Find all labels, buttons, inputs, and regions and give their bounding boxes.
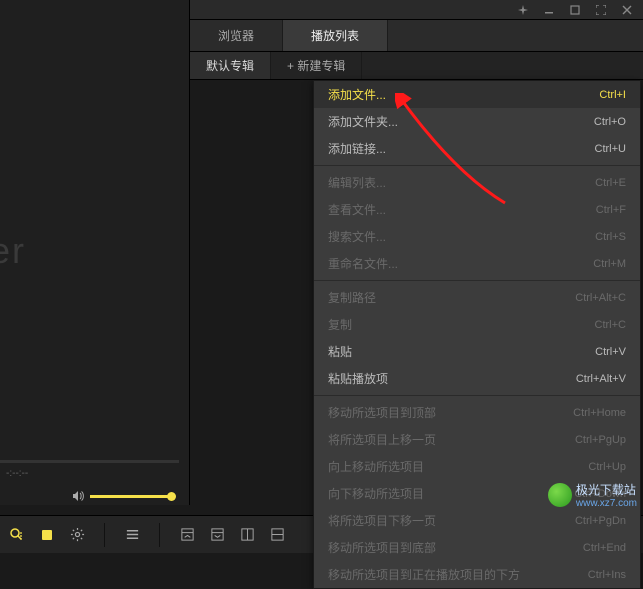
watermark-logo bbox=[548, 483, 572, 507]
menu-item-label: 向上移动所选项目 bbox=[328, 458, 424, 475]
search-icon[interactable] bbox=[8, 526, 26, 544]
tab-label: 播放列表 bbox=[311, 27, 359, 44]
menu-item-label: 添加文件夹... bbox=[328, 113, 398, 130]
menu-item-label: 添加文件... bbox=[328, 86, 386, 103]
menu-item-shortcut: Ctrl+Ins bbox=[588, 569, 626, 581]
watermark: 极光下载站 www.xz7.com bbox=[548, 481, 637, 509]
sub-tabs: 默认专辑 + 新建专辑 bbox=[190, 52, 643, 80]
layout-c-icon[interactable] bbox=[238, 526, 256, 544]
menu-item: 重命名文件... Ctrl+M bbox=[314, 250, 640, 277]
menu-item: 移动所选项目到顶部 Ctrl+Home bbox=[314, 399, 640, 426]
menu-item-label: 粘贴播放项 bbox=[328, 370, 388, 387]
fullscreen-icon[interactable] bbox=[595, 4, 607, 16]
menu-item-label: 移动所选项目到底部 bbox=[328, 539, 436, 556]
menu-item[interactable]: 添加链接... Ctrl+U bbox=[314, 135, 640, 162]
list-icon[interactable] bbox=[123, 526, 141, 544]
menu-item-shortcut: Ctrl+I bbox=[599, 89, 626, 101]
menu-item-shortcut: Ctrl+V bbox=[595, 346, 626, 358]
top-tabs: 浏览器 播放列表 bbox=[190, 20, 643, 52]
menu-divider bbox=[314, 165, 640, 166]
menu-item[interactable]: 添加文件夹... Ctrl+O bbox=[314, 108, 640, 135]
layout-a-icon[interactable] bbox=[178, 526, 196, 544]
menu-item-shortcut: Ctrl+Alt+C bbox=[575, 292, 626, 304]
pin-icon[interactable] bbox=[517, 4, 529, 16]
time-code: -:--:-- bbox=[6, 468, 28, 479]
separator bbox=[104, 523, 105, 547]
menu-item: 移动所选项目到正在播放项目的下方 Ctrl+Ins bbox=[314, 561, 640, 588]
subtab-label: + 新建专辑 bbox=[287, 57, 345, 74]
close-icon[interactable] bbox=[621, 4, 633, 16]
menu-item-shortcut: Ctrl+S bbox=[595, 231, 626, 243]
menu-item: 复制路径 Ctrl+Alt+C bbox=[314, 284, 640, 311]
note-icon[interactable] bbox=[38, 526, 56, 544]
menu-item-label: 复制 bbox=[328, 316, 352, 333]
watermark-name: 极光下载站 bbox=[576, 481, 637, 498]
menu-item-shortcut: Ctrl+E bbox=[595, 177, 626, 189]
menu-item-label: 向下移动所选项目 bbox=[328, 485, 424, 502]
subtab-new-album[interactable]: + 新建专辑 bbox=[271, 52, 362, 79]
menu-item-label: 移动所选项目到顶部 bbox=[328, 404, 436, 421]
brand-text: er bbox=[0, 230, 26, 272]
menu-item-label: 编辑列表... bbox=[328, 174, 386, 191]
tab-playlist[interactable]: 播放列表 bbox=[283, 20, 388, 51]
menu-item-shortcut: Ctrl+End bbox=[583, 542, 626, 554]
context-menu: 添加文件... Ctrl+I 添加文件夹... Ctrl+O 添加链接... Ctrl+U… bbox=[313, 80, 641, 589]
menu-item-shortcut: Ctrl+M bbox=[593, 258, 626, 270]
menu-item-label: 添加链接... bbox=[328, 140, 386, 157]
menu-divider bbox=[314, 395, 640, 396]
minimize-icon[interactable] bbox=[543, 4, 555, 16]
menu-item[interactable]: 添加文件... Ctrl+I bbox=[314, 81, 640, 108]
menu-item[interactable]: 粘贴 Ctrl+V bbox=[314, 338, 640, 365]
menu-item-shortcut: Ctrl+Home bbox=[573, 407, 626, 419]
menu-item-shortcut: Ctrl+F bbox=[596, 204, 626, 216]
player-panel: er -:--:-- bbox=[0, 0, 190, 505]
menu-item: 查看文件... Ctrl+F bbox=[314, 196, 640, 223]
watermark-site: www.xz7.com bbox=[576, 498, 637, 509]
menu-divider bbox=[314, 280, 640, 281]
menu-item-shortcut: Ctrl+PgDn bbox=[575, 515, 626, 527]
menu-item-label: 粘贴 bbox=[328, 343, 352, 360]
menu-item-label: 将所选项目上移一页 bbox=[328, 431, 436, 448]
tab-label: 浏览器 bbox=[218, 27, 254, 44]
menu-item-label: 复制路径 bbox=[328, 289, 376, 306]
volume-control[interactable] bbox=[72, 490, 172, 502]
menu-item: 将所选项目上移一页 Ctrl+PgUp bbox=[314, 426, 640, 453]
volume-knob[interactable] bbox=[167, 492, 176, 501]
menu-item: 移动所选项目到底部 Ctrl+End bbox=[314, 534, 640, 561]
maximize-icon[interactable] bbox=[569, 4, 581, 16]
menu-item-label: 重命名文件... bbox=[328, 255, 398, 272]
volume-track[interactable] bbox=[90, 495, 172, 498]
menu-item: 将所选项目下移一页 Ctrl+PgDn bbox=[314, 507, 640, 534]
menu-item-label: 移动所选项目到正在播放项目的下方 bbox=[328, 566, 520, 583]
menu-item: 编辑列表... Ctrl+E bbox=[314, 169, 640, 196]
menu-item-shortcut: Ctrl+O bbox=[594, 116, 626, 128]
gear-icon[interactable] bbox=[68, 526, 86, 544]
volume-icon[interactable] bbox=[72, 490, 84, 502]
menu-item-label: 将所选项目下移一页 bbox=[328, 512, 436, 529]
menu-item: 搜索文件... Ctrl+S bbox=[314, 223, 640, 250]
menu-item-shortcut: Ctrl+U bbox=[595, 143, 626, 155]
menu-item-shortcut: Ctrl+Up bbox=[588, 461, 626, 473]
subtab-label: 默认专辑 bbox=[206, 57, 254, 74]
menu-item-shortcut: Ctrl+PgUp bbox=[575, 434, 626, 446]
menu-item[interactable]: 粘贴播放项 Ctrl+Alt+V bbox=[314, 365, 640, 392]
subtab-default-album[interactable]: 默认专辑 bbox=[190, 52, 271, 79]
tab-browser[interactable]: 浏览器 bbox=[190, 20, 283, 51]
menu-item-label: 查看文件... bbox=[328, 201, 386, 218]
progress-track[interactable] bbox=[0, 460, 179, 463]
menu-item: 复制 Ctrl+C bbox=[314, 311, 640, 338]
menu-item-label: 搜索文件... bbox=[328, 228, 386, 245]
separator bbox=[159, 523, 160, 547]
layout-d-icon[interactable] bbox=[268, 526, 286, 544]
layout-b-icon[interactable] bbox=[208, 526, 226, 544]
menu-item-shortcut: Ctrl+C bbox=[595, 319, 626, 331]
menu-item: 向上移动所选项目 Ctrl+Up bbox=[314, 453, 640, 480]
menu-item-shortcut: Ctrl+Alt+V bbox=[576, 373, 626, 385]
